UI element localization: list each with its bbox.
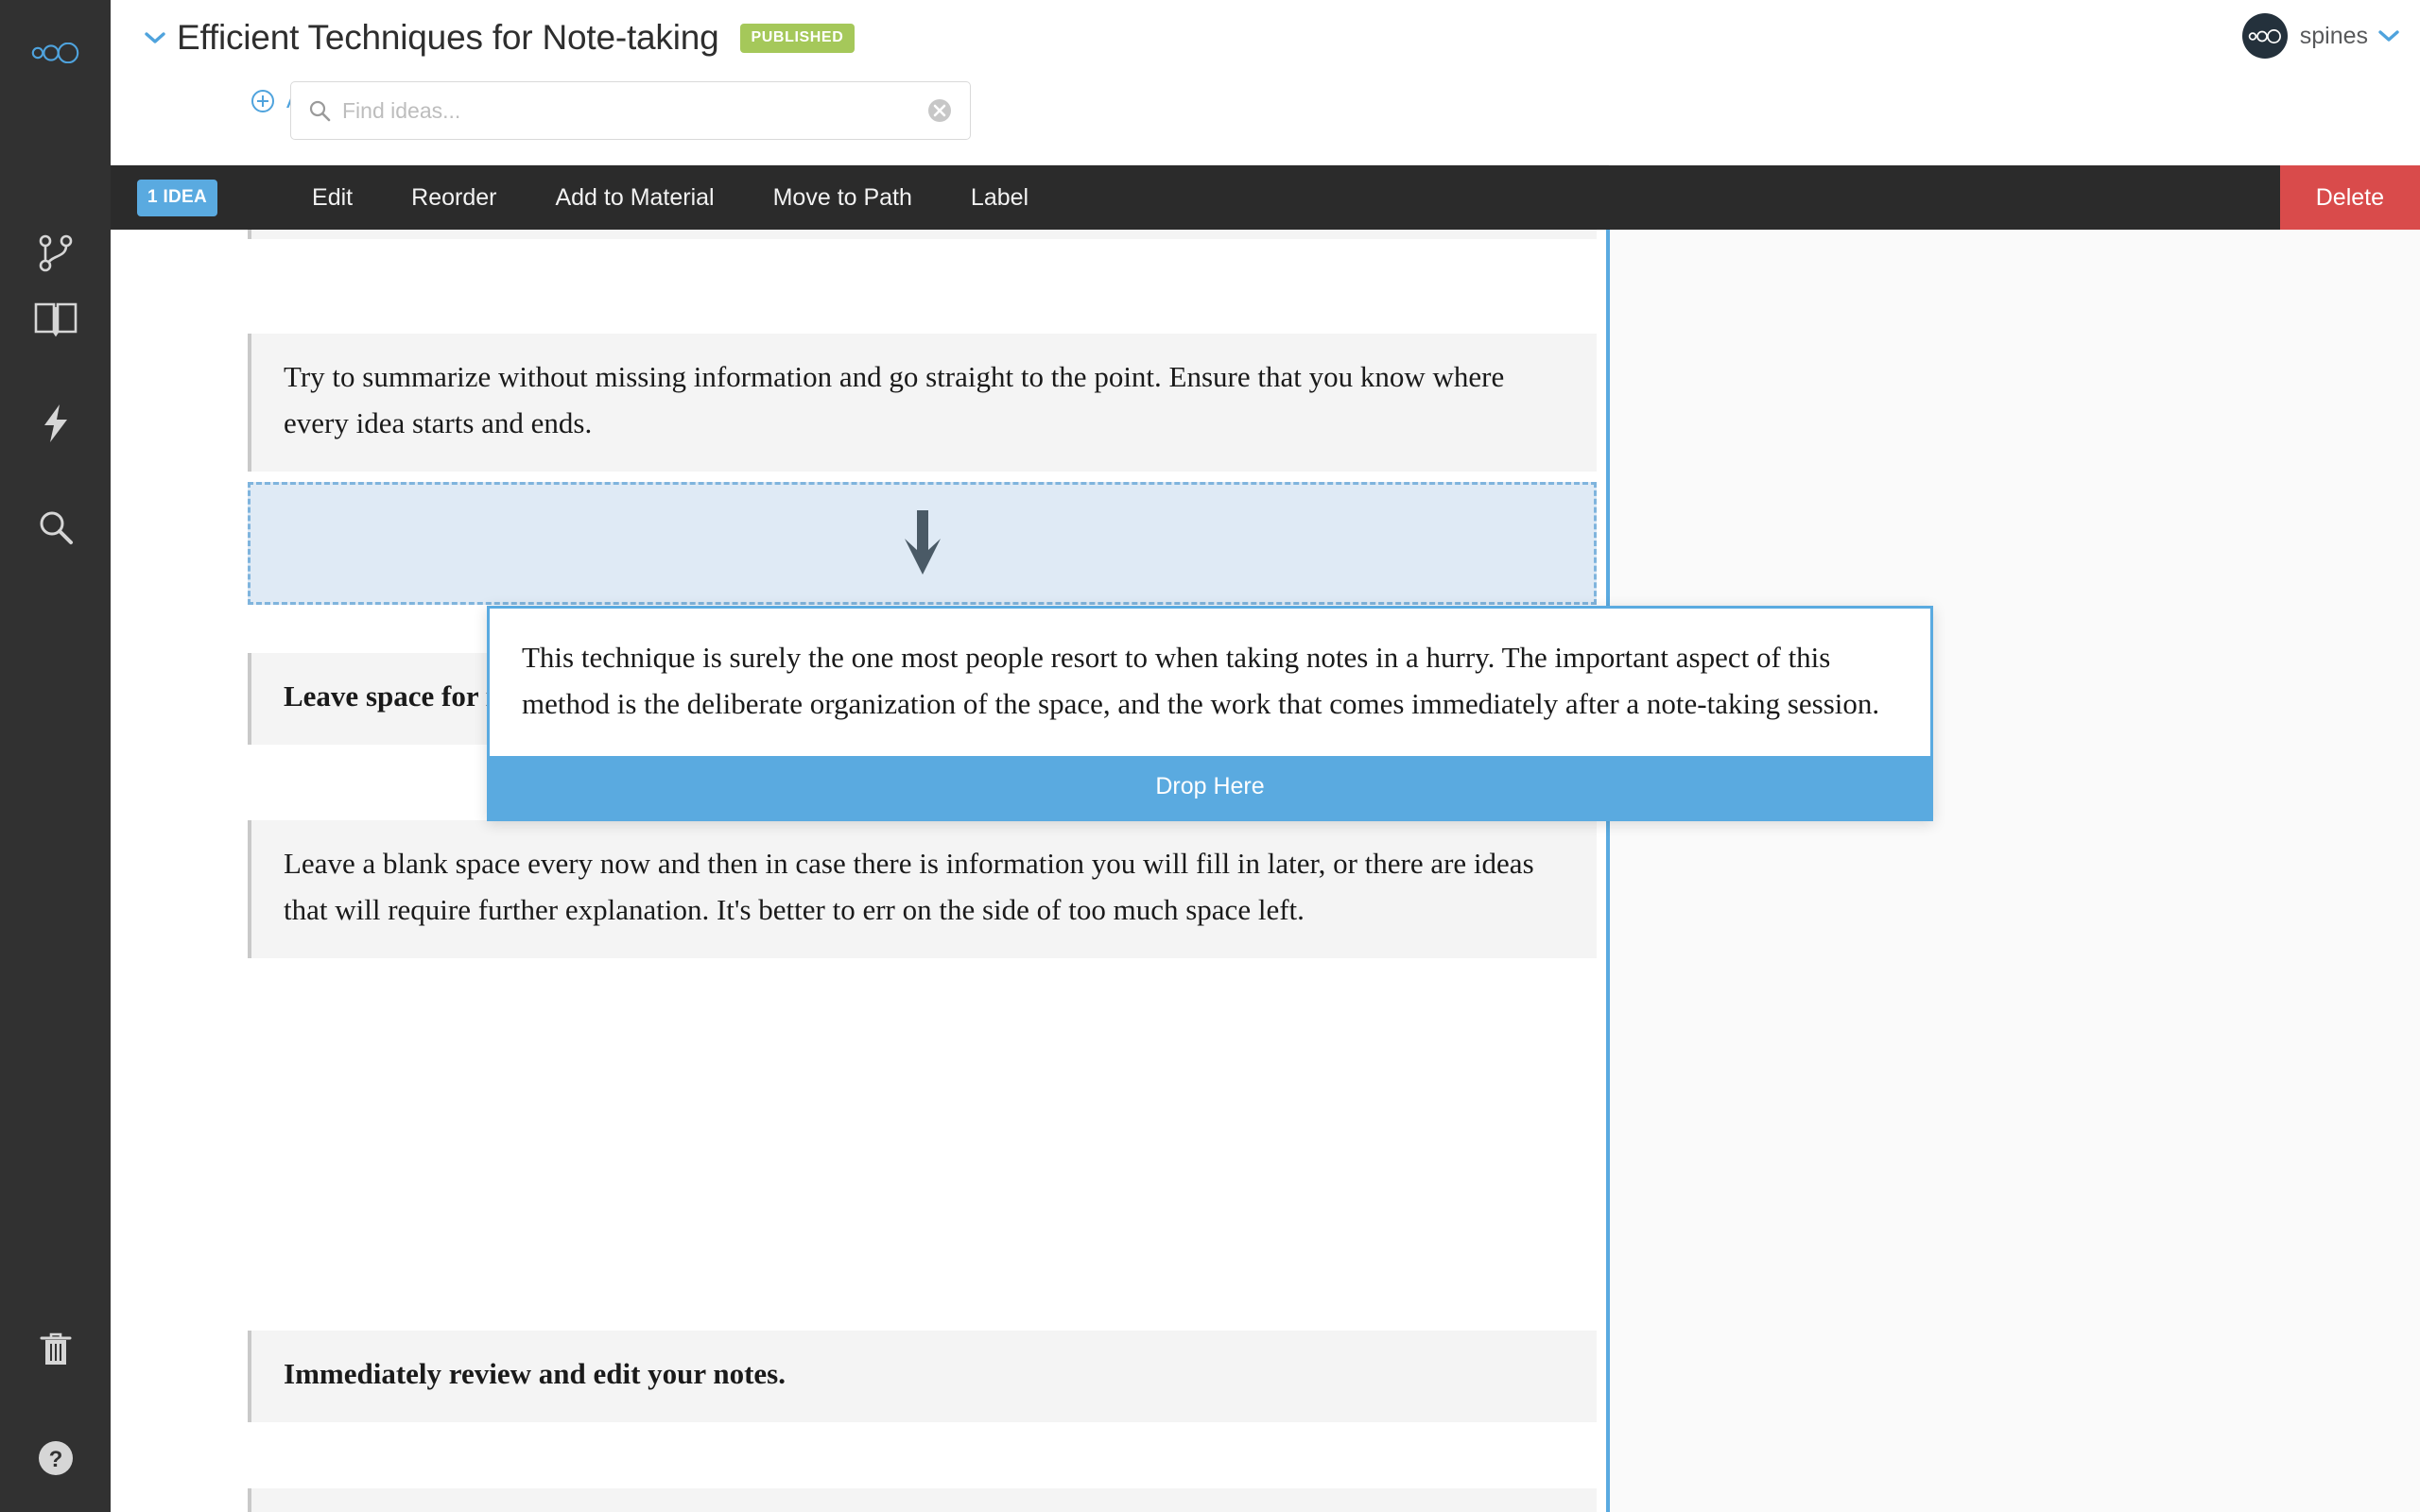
idea-block[interactable]: Try to summarize without missing informa… bbox=[248, 334, 1597, 472]
status-badge: PUBLISHED bbox=[739, 23, 856, 53]
menu-item-reorder[interactable]: Reorder bbox=[411, 184, 496, 212]
bolt-icon bbox=[43, 404, 67, 442]
sidebar-item-trash[interactable] bbox=[0, 1314, 111, 1385]
user-menu[interactable]: spines bbox=[2241, 13, 2399, 59]
selection-action-bar: 1 IDEA Edit Reorder Add to Material Move… bbox=[111, 165, 2420, 230]
search-input[interactable] bbox=[342, 97, 926, 124]
idea-block[interactable]: Leave a blank space every now and then i… bbox=[248, 820, 1597, 958]
top-header: Efficient Techniques for Note-taking PUB… bbox=[111, 0, 2420, 165]
menu-item-move-to-path[interactable]: Move to Path bbox=[773, 184, 912, 212]
sidebar-item-library[interactable] bbox=[0, 284, 111, 355]
page-title: Efficient Techniques for Note-taking bbox=[177, 18, 719, 57]
left-rail: ? bbox=[0, 0, 111, 1512]
spines-logo-icon bbox=[31, 43, 78, 63]
canvas: Try to summarize without missing informa… bbox=[111, 230, 2420, 1512]
document-column: Try to summarize without missing informa… bbox=[111, 230, 1610, 1512]
svg-text:?: ? bbox=[48, 1447, 62, 1472]
delete-button[interactable]: Delete bbox=[2279, 165, 2420, 230]
menu-item-edit[interactable]: Edit bbox=[312, 184, 353, 212]
idea-block[interactable]: The crucial step is to start reviewing a… bbox=[248, 1488, 1597, 1512]
sidebar-item-search[interactable] bbox=[0, 491, 111, 563]
idea-block[interactable]: Immediately review and edit your notes. bbox=[248, 1331, 1597, 1422]
idea-text: Try to summarize without missing informa… bbox=[284, 360, 1505, 439]
drop-here-label[interactable]: Drop Here bbox=[490, 755, 1930, 818]
user-name: spines bbox=[2299, 22, 2368, 49]
sidebar-item-paths[interactable] bbox=[0, 217, 111, 289]
idea-block-clipped[interactable] bbox=[248, 230, 1597, 239]
spines-avatar-icon bbox=[2248, 28, 2281, 43]
trash-icon bbox=[40, 1332, 71, 1365]
help-icon: ? bbox=[38, 1441, 73, 1475]
search-icon bbox=[308, 99, 331, 122]
search-icon bbox=[40, 511, 73, 544]
selected-count-badge: 1 IDEA bbox=[137, 179, 218, 216]
paths-icon bbox=[39, 234, 72, 272]
dragged-idea-body: This technique is surely the one most pe… bbox=[490, 609, 1930, 756]
selection-menu: Edit Reorder Add to Material Move to Pat… bbox=[312, 184, 1087, 212]
sidebar-item-help[interactable]: ? bbox=[0, 1422, 111, 1494]
chevron-down-icon bbox=[2378, 29, 2399, 43]
idea-text: Leave a blank space every now and then i… bbox=[284, 847, 1534, 926]
book-icon bbox=[34, 302, 77, 337]
sidebar-item-quick-capture[interactable] bbox=[0, 387, 111, 459]
spines-logo[interactable] bbox=[0, 25, 111, 81]
drop-placeholder[interactable] bbox=[248, 482, 1597, 605]
arrow-down-icon bbox=[904, 510, 941, 575]
dragged-idea-card[interactable]: This technique is surely the one most pe… bbox=[487, 606, 1933, 821]
title-row: Efficient Techniques for Note-taking PUB… bbox=[139, 9, 856, 66]
menu-item-add-to-material[interactable]: Add to Material bbox=[555, 184, 714, 212]
menu-item-label[interactable]: Label bbox=[971, 184, 1028, 212]
collapse-toggle[interactable] bbox=[139, 22, 171, 54]
search-bar[interactable] bbox=[290, 81, 971, 140]
chevron-down-icon bbox=[145, 32, 165, 43]
idea-heading: Immediately review and edit your notes. bbox=[284, 1357, 786, 1390]
plus-circle-icon bbox=[251, 89, 275, 113]
dragged-idea-text: This technique is surely the one most pe… bbox=[522, 641, 1880, 720]
avatar bbox=[2241, 13, 2288, 59]
clear-search-icon[interactable] bbox=[926, 97, 953, 124]
